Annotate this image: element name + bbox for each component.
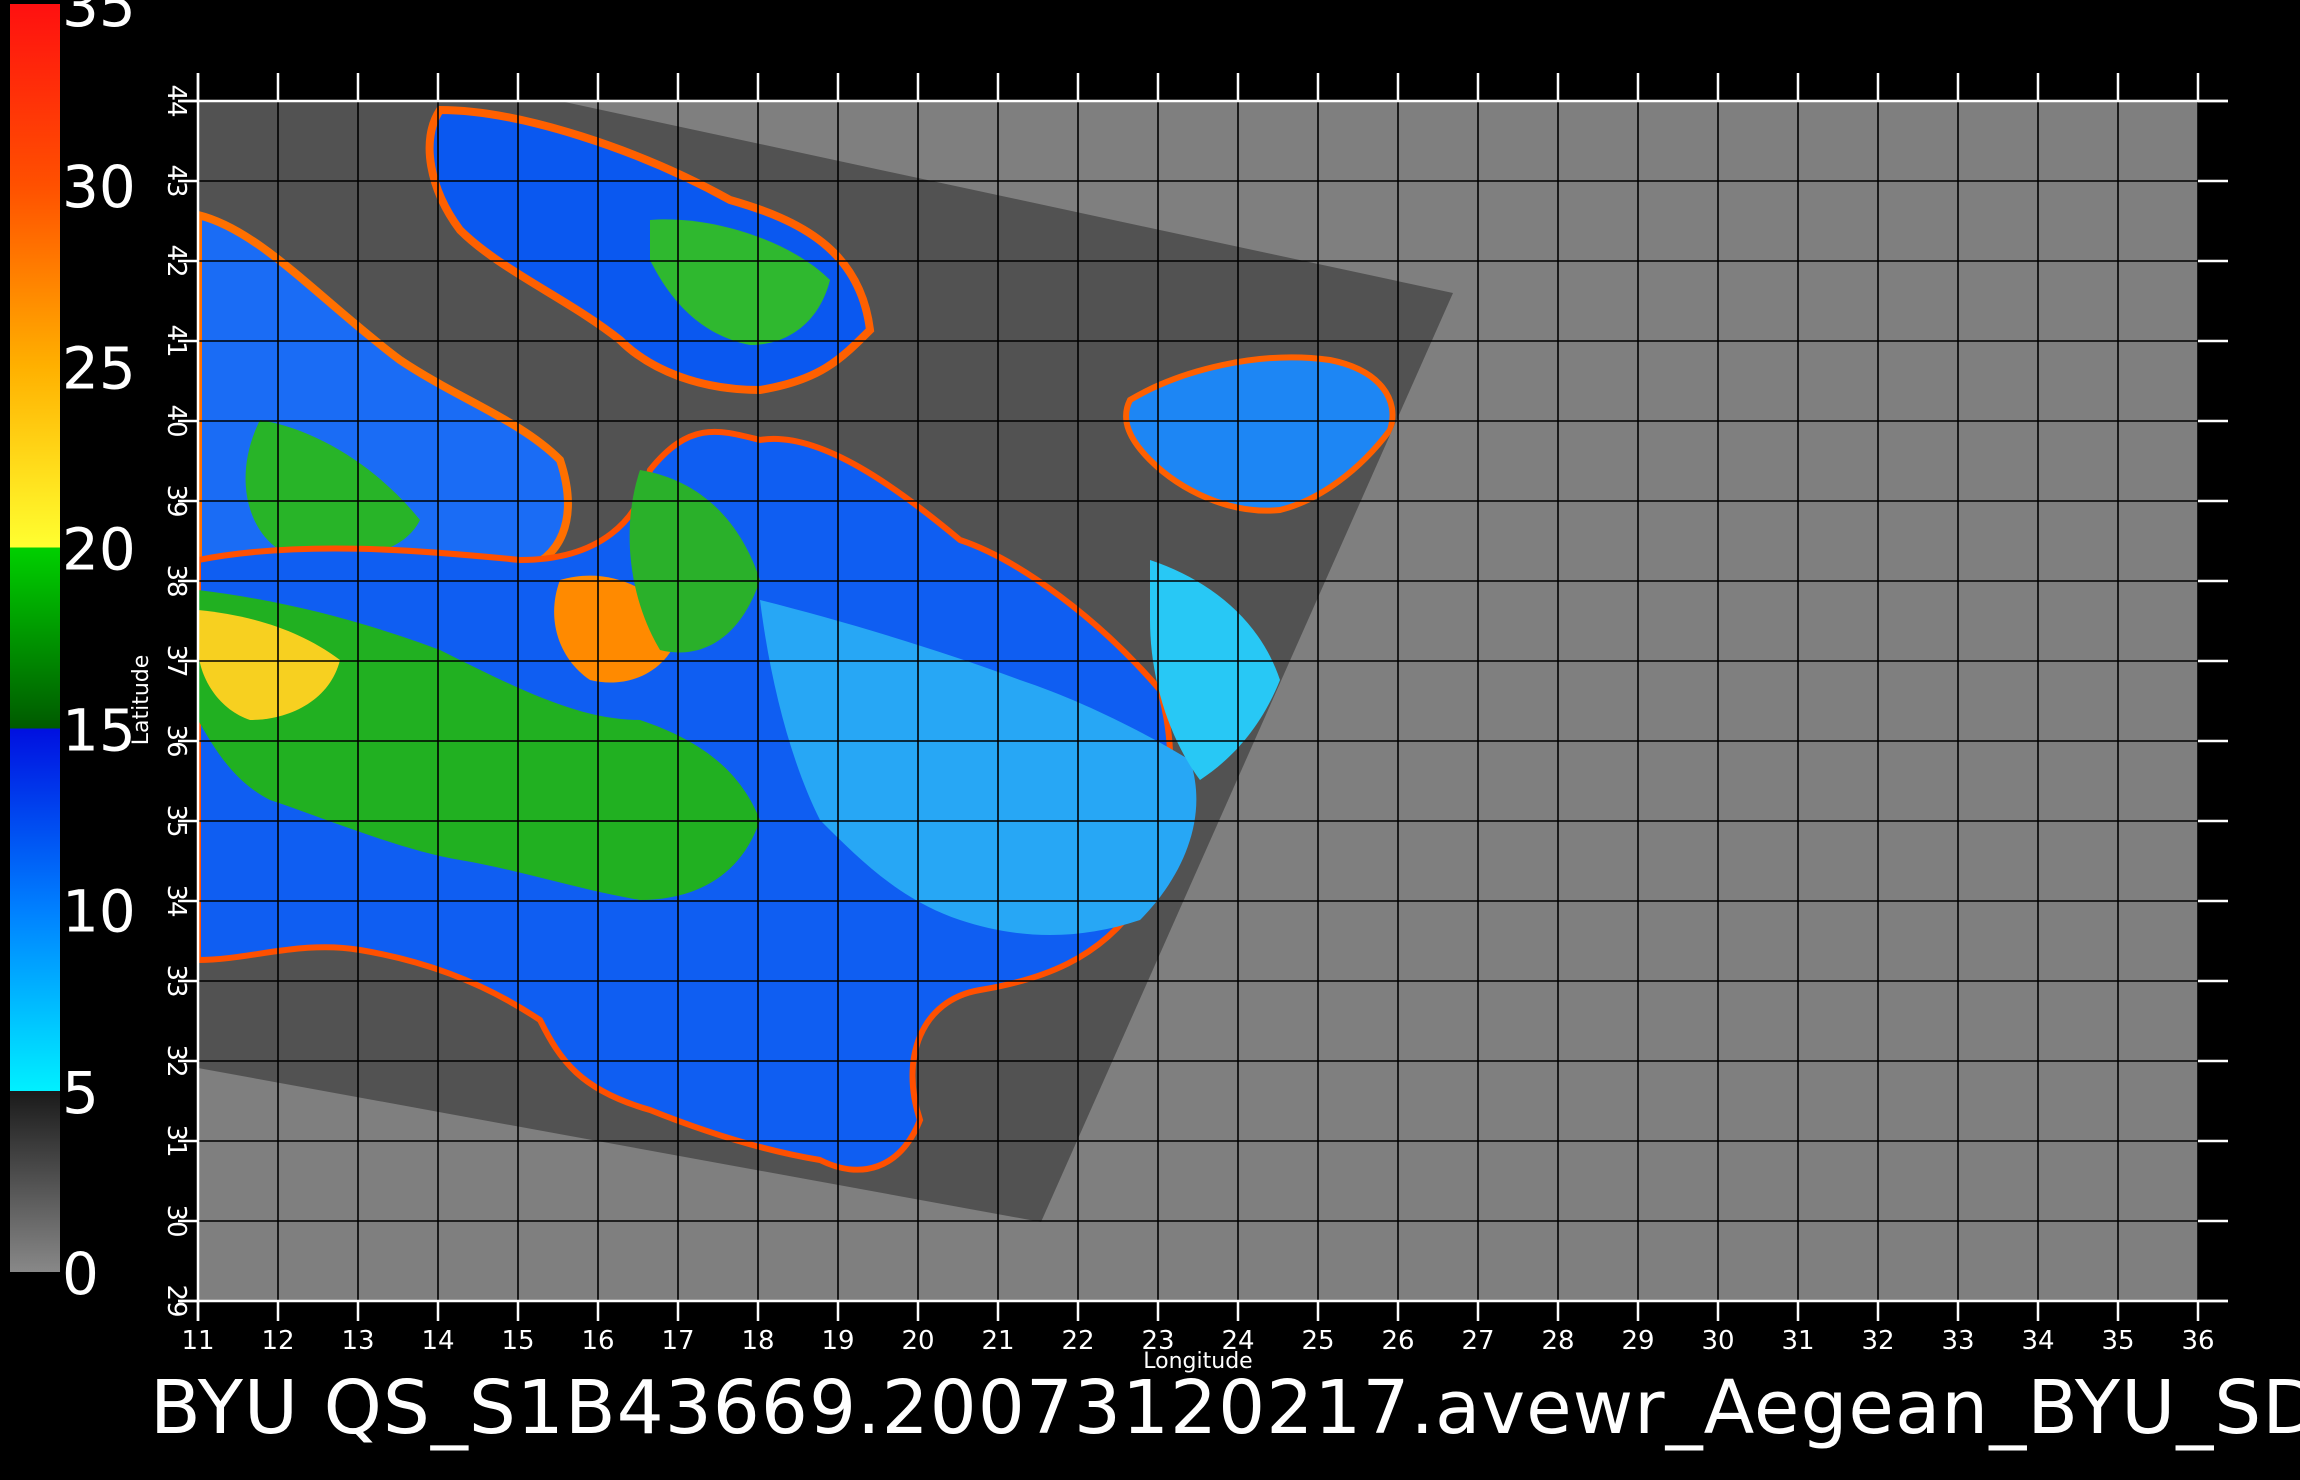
colorbar: 0 5 10 15 20 25 30 35	[10, 0, 136, 1308]
colorbar-label: 30	[62, 153, 136, 221]
colorbar-label: 35	[62, 0, 136, 40]
colorbar-label: 15	[62, 697, 136, 765]
colorbar-label: 25	[62, 334, 136, 402]
lat-tick-label: 29	[161, 1284, 191, 1317]
lon-tick-label: 26	[1381, 1326, 1414, 1356]
latitude-tick-labels: 29 30 31 32 33 34 35 36 37 38 39 40 41 42 43 44	[161, 84, 191, 1317]
product-title-text: BYU QS_S1B43669.20073120217.avewr_Aegean…	[150, 1365, 2300, 1451]
lon-tick-label: 11	[181, 1326, 214, 1356]
product-title: BYU QS_S1B43669.20073120217.avewr_Aegean…	[150, 1365, 2300, 1451]
colorbar-label: 5	[62, 1059, 99, 1127]
colorbar-label: 10	[62, 878, 136, 946]
wind-map-figure: 0 5 10 15 20 25 30 35 11 12 13 14 15 16 17 18 19 20 21	[10, 0, 2228, 1374]
lon-tick-label: 30	[1701, 1326, 1734, 1356]
colorbar-label: 20	[62, 515, 136, 583]
colorbar-labels: 0 5 10 15 20 25 30 35	[62, 0, 136, 1308]
lon-tick-label: 18	[741, 1326, 774, 1356]
lon-tick-label: 20	[901, 1326, 934, 1356]
lon-tick-label: 25	[1301, 1326, 1334, 1356]
colorbar-gradient	[10, 4, 60, 1272]
lat-tick-label: 40	[161, 404, 191, 437]
lon-tick-label: 12	[261, 1326, 294, 1356]
lat-tick-label: 41	[161, 324, 191, 357]
lon-tick-label: 15	[501, 1326, 534, 1356]
lon-tick-label: 17	[661, 1326, 694, 1356]
lon-tick-label: 35	[2101, 1326, 2134, 1356]
lat-tick-label: 42	[161, 244, 191, 277]
y-axis-label: Latitude	[129, 655, 154, 746]
lon-tick-label: 21	[981, 1326, 1014, 1356]
lat-tick-label: 37	[161, 644, 191, 677]
lon-tick-label: 34	[2021, 1326, 2054, 1356]
lat-tick-label: 33	[161, 964, 191, 997]
lat-tick-label: 31	[161, 1124, 191, 1157]
lon-tick-label: 32	[1861, 1326, 1894, 1356]
colorbar-label: 0	[62, 1240, 99, 1308]
lon-tick-label: 16	[581, 1326, 614, 1356]
lat-tick-label: 44	[161, 84, 191, 117]
lon-tick-label: 22	[1061, 1326, 1094, 1356]
lat-tick-label: 43	[161, 164, 191, 197]
lon-tick-label: 14	[421, 1326, 454, 1356]
lon-tick-label: 27	[1461, 1326, 1494, 1356]
lat-tick-label: 34	[161, 884, 191, 917]
lat-tick-label: 35	[161, 804, 191, 837]
lon-tick-label: 33	[1941, 1326, 1974, 1356]
lon-tick-label: 29	[1621, 1326, 1654, 1356]
lon-tick-label: 28	[1541, 1326, 1574, 1356]
lat-tick-label: 39	[161, 484, 191, 517]
map-plot: 11 12 13 14 15 16 17 18 19 20 21 22 23 24 25 26 27 28 29 30…	[129, 73, 2228, 1374]
lon-tick-label: 19	[821, 1326, 854, 1356]
lat-tick-label: 32	[161, 1044, 191, 1077]
lon-tick-label: 31	[1781, 1326, 1814, 1356]
lat-tick-label: 30	[161, 1204, 191, 1237]
lat-tick-label: 36	[161, 724, 191, 757]
lon-tick-label: 36	[2181, 1326, 2214, 1356]
lat-tick-label: 38	[161, 564, 191, 597]
lon-tick-label: 13	[341, 1326, 374, 1356]
